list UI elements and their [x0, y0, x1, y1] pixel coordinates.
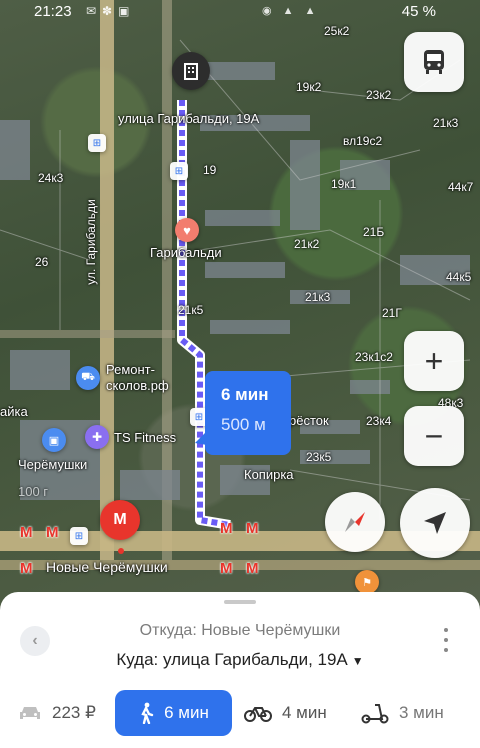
map-label: 19к2	[296, 80, 322, 94]
metro-station-dot	[118, 548, 124, 554]
destination-pin[interactable]	[172, 52, 210, 90]
metro-icon: М	[20, 560, 33, 577]
map-label: вл19с2	[343, 134, 383, 148]
car-service-icon[interactable]: ⛟	[76, 366, 100, 390]
bus-icon	[424, 50, 444, 74]
battery-level: 45 %	[401, 3, 436, 20]
map-label: 24к3	[38, 171, 64, 185]
map-label: 21Б	[363, 225, 385, 239]
map-label: 19к1	[331, 177, 357, 191]
poi-label: 100 г	[18, 484, 49, 499]
compass-icon	[345, 512, 365, 532]
poi-label: Черёмушки	[18, 457, 88, 472]
metro-icon: М	[220, 560, 233, 577]
status-time: 21:23	[34, 3, 72, 20]
poi-label: айка	[0, 404, 28, 419]
more-options-button[interactable]	[442, 628, 450, 652]
zoom-in-button[interactable]: +	[404, 331, 464, 391]
mode-car[interactable]: 223 ₽	[18, 690, 96, 736]
route-distance: 500 м	[221, 415, 266, 434]
mode-bike[interactable]: 4 мин	[244, 690, 327, 736]
restaurant-icon[interactable]: ⚑	[355, 570, 379, 594]
metro-icon: М	[246, 520, 259, 537]
status-bar: 21:23 ✉✽▣ ◉ ▲ ▲ 45 %	[0, 0, 480, 24]
mode-scooter[interactable]: 3 мин	[361, 690, 444, 736]
metro-icon: М	[220, 520, 233, 537]
map-label: 23к2	[366, 88, 392, 102]
metro-station-pin[interactable]: М	[100, 500, 140, 540]
map-label: 44к7	[448, 180, 474, 194]
building-icon	[184, 63, 198, 80]
transport-button[interactable]	[404, 32, 464, 92]
destination-label: улица Гарибальди, 19А	[118, 111, 260, 126]
plus-icon: +	[424, 342, 444, 379]
mode-scooter-value: 3 мин	[399, 703, 444, 722]
bus-stop-icon[interactable]: ⊞	[170, 162, 188, 180]
map-label: 21к3	[433, 116, 459, 130]
map-label: 21к5	[178, 303, 204, 317]
notification-icons: ✉✽▣	[86, 4, 136, 18]
mode-car-value: 223 ₽	[52, 703, 96, 722]
my-location-button[interactable]	[400, 488, 470, 558]
walking-icon	[138, 702, 154, 724]
poi-label: Ремонт- сколов.рф	[106, 362, 169, 393]
mode-walk-value: 6 мин	[164, 703, 209, 722]
map-label: 23к4	[366, 414, 392, 428]
zoom-out-button[interactable]: −	[404, 406, 464, 466]
sheet-grip[interactable]	[224, 600, 256, 604]
map-label: 21Г	[382, 306, 402, 320]
map-label: 44к5	[446, 270, 472, 284]
bicycle-icon	[244, 703, 272, 723]
navigation-arrow-icon	[424, 512, 446, 534]
poi-label: Гарибальди	[150, 245, 222, 260]
scooter-icon	[361, 702, 389, 724]
map-view[interactable]: 21:23 ✉✽▣ ◉ ▲ ▲ 45 % 25к2 19к2 23к2 21к3…	[0, 0, 480, 610]
map-label: 21к2	[294, 237, 320, 251]
route-sheet: ‹ Откуда: Новые Черёмушки Куда: улица Га…	[0, 592, 480, 748]
route-summary-bubble[interactable]: 6 мин 500 м	[195, 371, 291, 455]
poi-label: Копирка	[244, 467, 294, 482]
metro-icon: М	[46, 524, 59, 541]
metro-icon: М	[113, 511, 127, 528]
poi-label: TS Fitness	[114, 430, 177, 445]
metro-icon: М	[20, 524, 33, 541]
map-label: 26	[35, 255, 49, 269]
dentist-icon[interactable]: ♥	[175, 218, 199, 242]
route-from[interactable]: Откуда: Новые Черёмушки	[0, 622, 480, 640]
route-time: 6 мин	[221, 385, 269, 404]
bus-stop-icon[interactable]: ⊞	[70, 527, 88, 545]
fitness-icon[interactable]: ✚	[85, 425, 109, 449]
dropdown-arrow-icon: ▼	[351, 654, 364, 668]
map-label: 25к2	[324, 24, 350, 38]
route-to[interactable]: Куда: улица Гарибальди, 19А ▼	[0, 650, 480, 670]
map-label: 21к3	[305, 290, 331, 304]
compass-button[interactable]	[325, 492, 385, 552]
minus-icon: −	[424, 417, 444, 454]
poi-label: рёсток	[289, 413, 329, 428]
map-label: 23к5	[306, 450, 332, 464]
metro-icon: М	[246, 560, 259, 577]
bus-stop-icon[interactable]: ⊞	[88, 134, 106, 152]
car-icon	[18, 704, 42, 722]
map-label: 19	[203, 163, 217, 177]
signal-icons: ◉ ▲ ▲	[262, 5, 320, 17]
shopping-icon[interactable]: ▣	[42, 428, 66, 452]
street-label-garibaldi: ул. Гарибальди	[83, 199, 98, 285]
map-label: 23к1с2	[355, 350, 393, 364]
metro-station-label: Новые Черёмушки	[46, 559, 168, 575]
mode-bike-value: 4 мин	[282, 703, 327, 722]
mode-walk[interactable]: 6 мин	[115, 690, 232, 736]
